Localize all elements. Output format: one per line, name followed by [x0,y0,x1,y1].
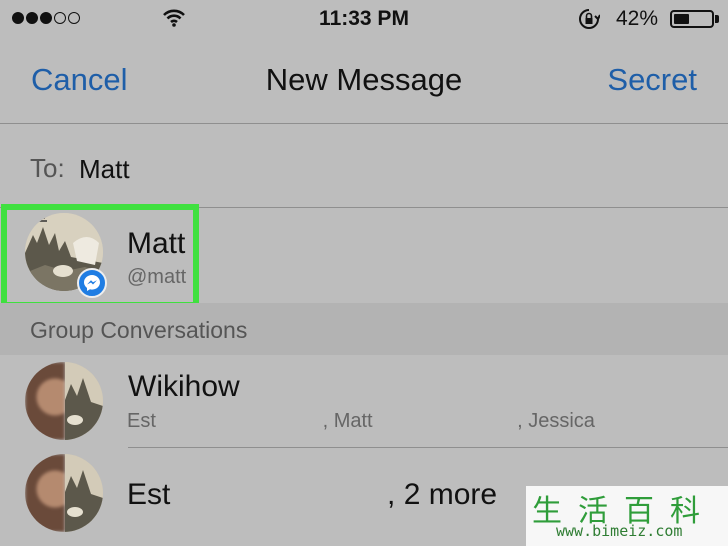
to-label: To: [30,153,65,183]
avatar-photo-blurred [25,362,65,440]
battery-fill [674,14,689,24]
navigation-bar: Cancel New Message Secret [0,40,728,124]
conversation-title: Wikihow [128,370,240,403]
conversation-participants: Est , Matt , Jessica [127,410,595,432]
recipient-input[interactable]: Matt [79,154,130,185]
avatar-landscape-image [65,454,103,532]
battery-percentage: 42% [616,7,659,30]
watermark-url: www.bimeiz.com [556,522,683,540]
highlight-box [1,204,199,308]
avatar-photo-blurred [25,454,65,532]
group-avatar [25,454,103,532]
section-title: Group Conversations [30,317,248,343]
battery-icon [670,10,714,28]
status-bar: 11:33 PM 42% [0,0,728,40]
list-item[interactable]: Wikihow Est , Matt , Jessica [0,356,728,448]
avatar-landscape-image [65,362,103,440]
section-header: Group Conversations [0,303,728,355]
battery-tip [715,15,719,23]
recipient-field[interactable]: To: Matt [0,125,728,208]
secret-button[interactable]: Secret [607,62,697,98]
watermark: 生活百科 www.bimeiz.com [526,486,728,546]
rotation-lock-icon [579,9,600,29]
conversation-title: Est , 2 more [127,478,498,511]
group-avatar [25,362,103,440]
